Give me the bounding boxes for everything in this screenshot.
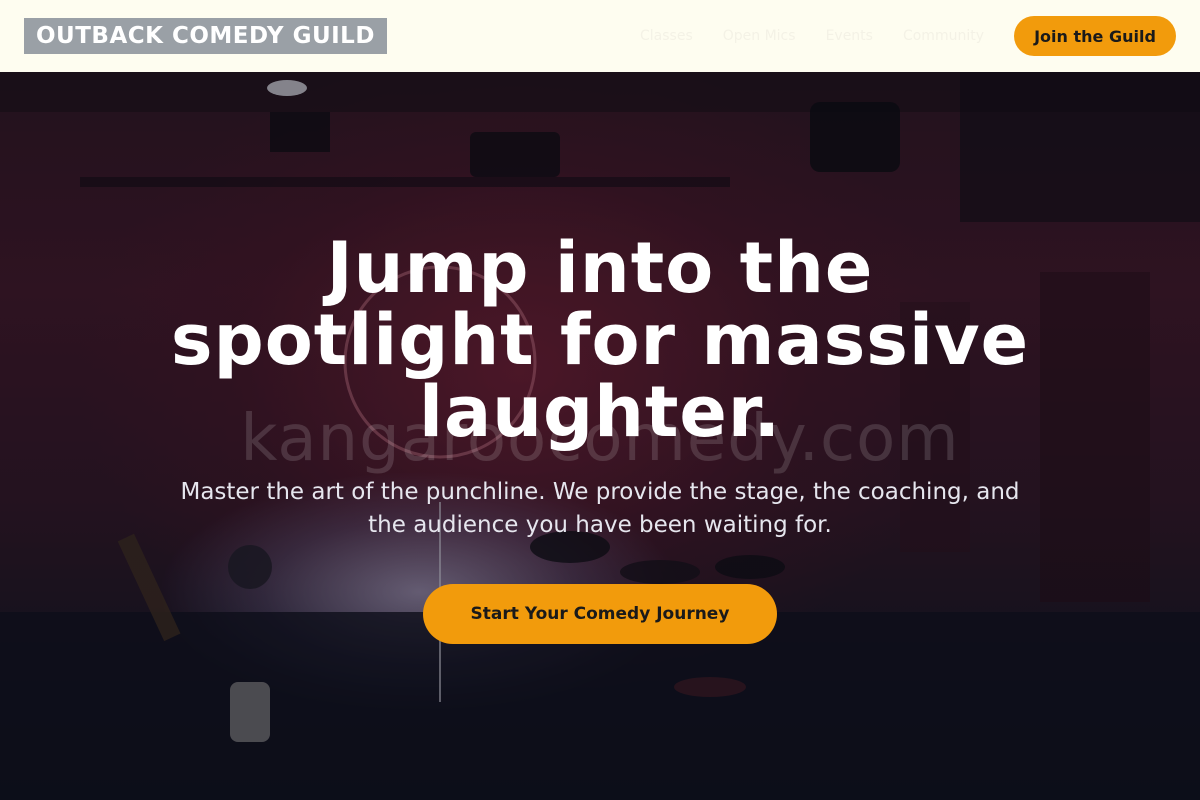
nav-link-open-mics[interactable]: Open Mics xyxy=(723,28,796,44)
hero-content: Jump into the spotlight for massive laug… xyxy=(0,232,1200,644)
join-guild-button[interactable]: Join the Guild xyxy=(1014,16,1176,56)
hero-subtitle: Master the art of the punchline. We prov… xyxy=(180,479,1020,538)
start-journey-button[interactable]: Start Your Comedy Journey xyxy=(423,584,777,644)
nav-link-community[interactable]: Community xyxy=(903,28,984,44)
site-logo[interactable]: OUTBACK COMEDY GUILD xyxy=(24,18,387,54)
nav-link-events[interactable]: Events xyxy=(826,28,873,44)
top-navbar: OUTBACK COMEDY GUILD Classes Open Mics E… xyxy=(0,0,1200,72)
nav-links: Classes Open Mics Events Community xyxy=(640,28,984,44)
nav-link-classes[interactable]: Classes xyxy=(640,28,693,44)
hero-title: Jump into the spotlight for massive laug… xyxy=(170,227,1030,453)
hero-section: kangaroocomedy.com Jump into the spotlig… xyxy=(0,72,1200,800)
